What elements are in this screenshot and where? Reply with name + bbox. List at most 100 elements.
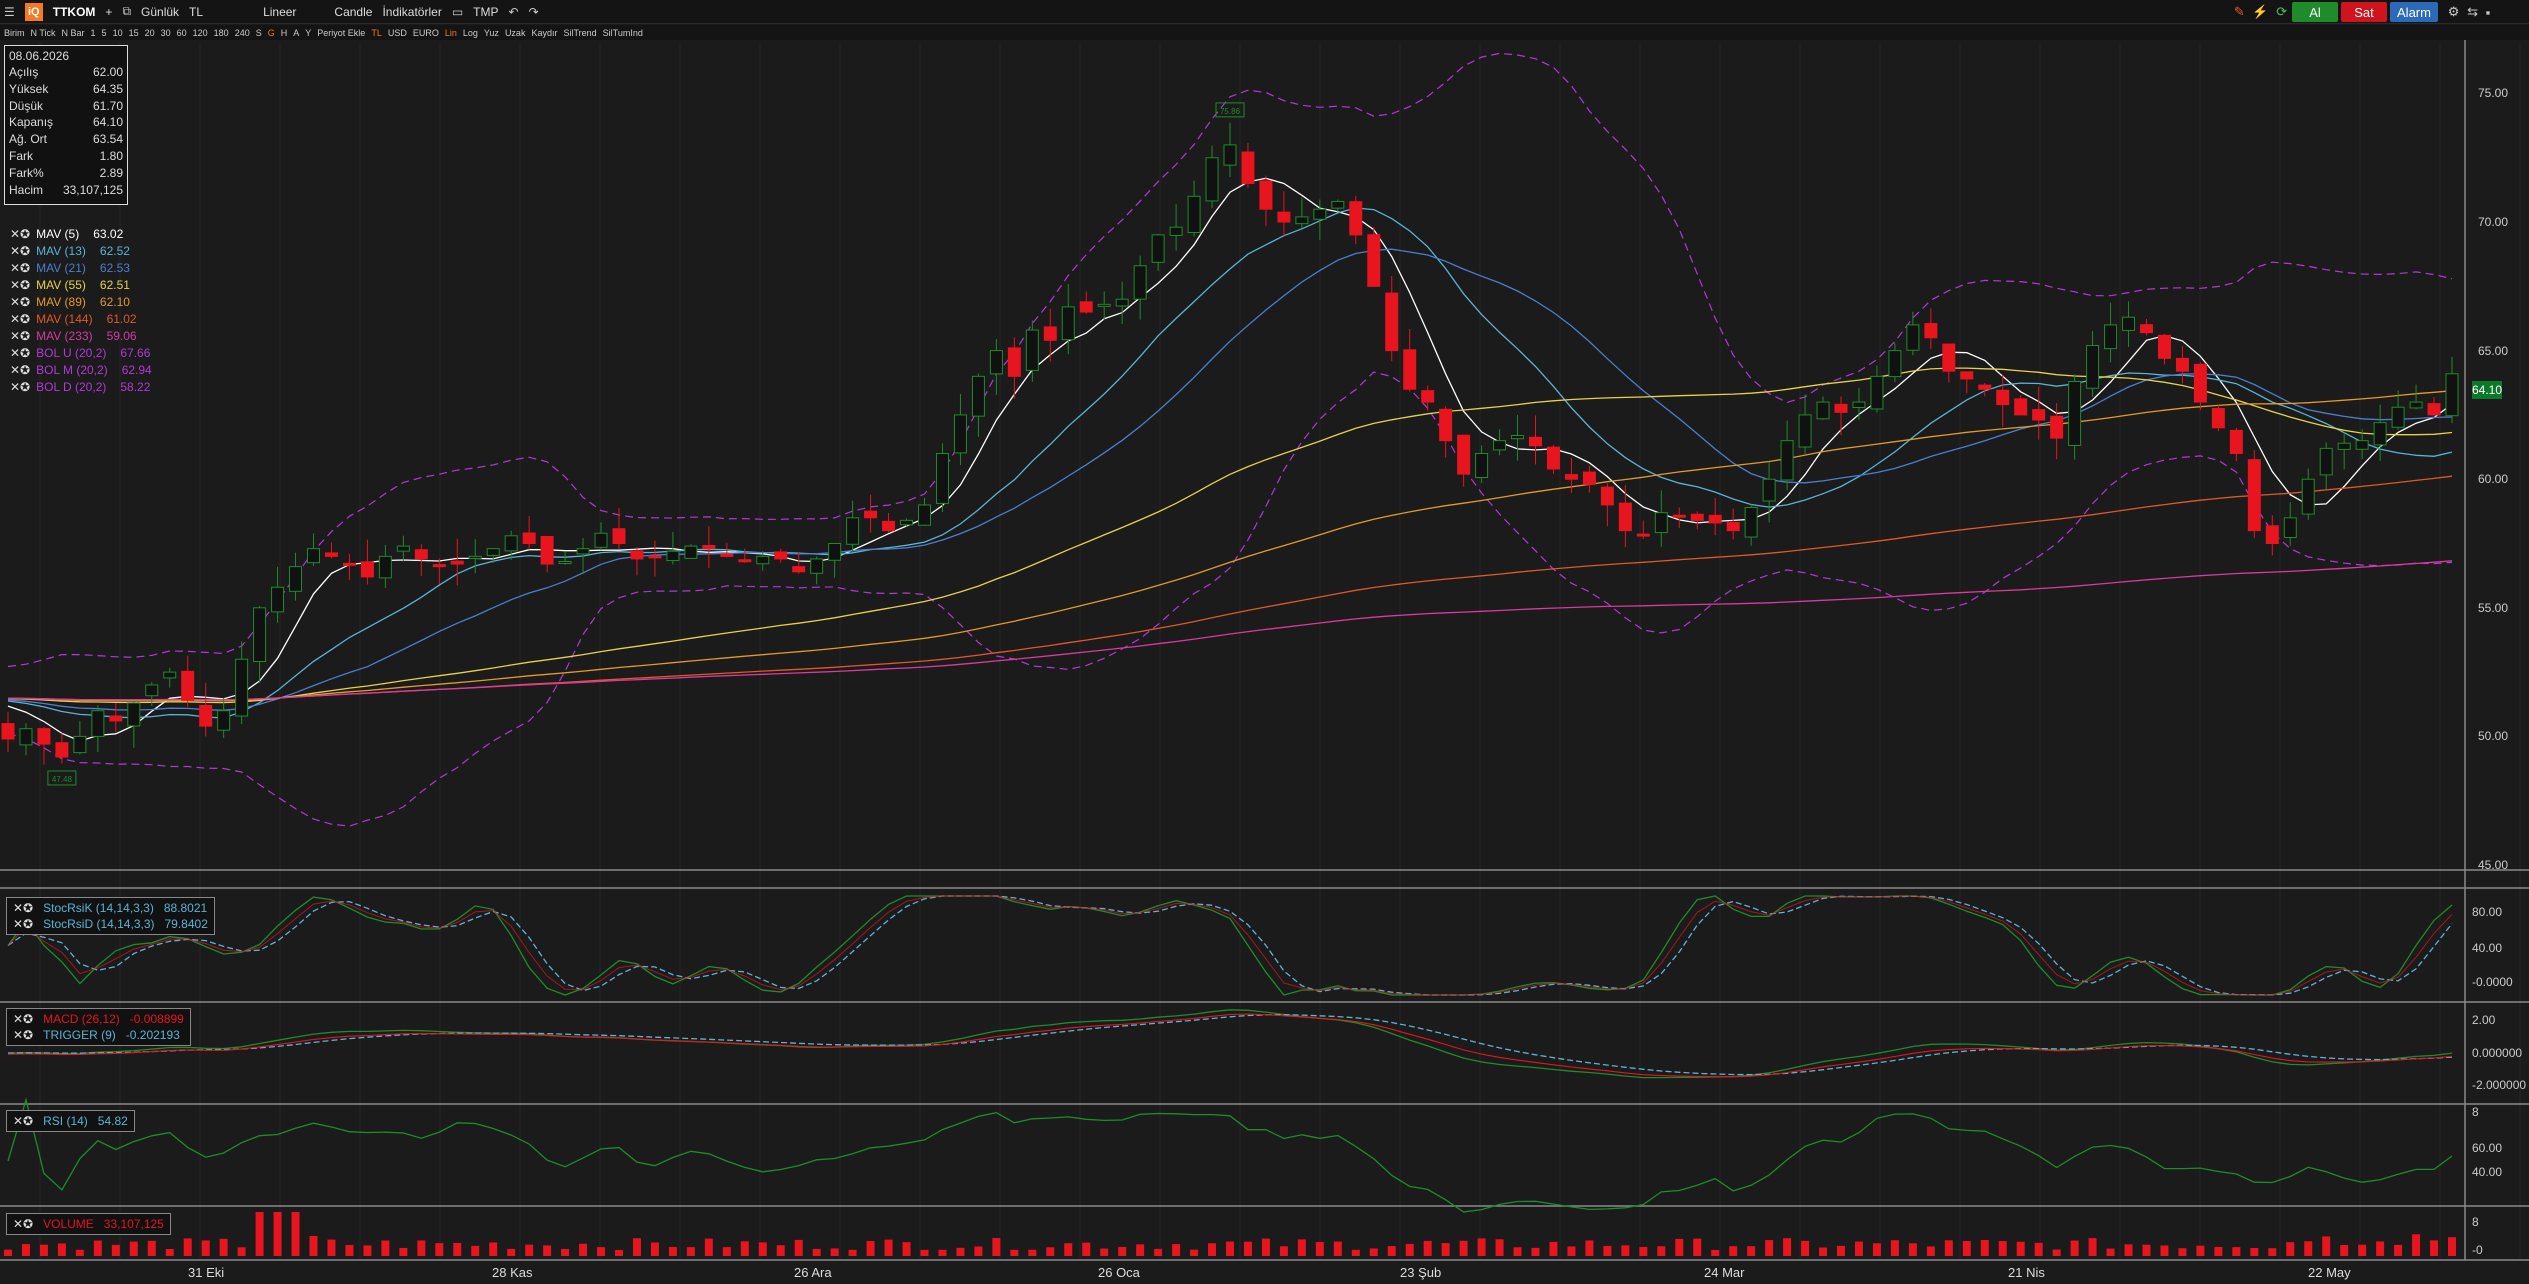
- volume-bar: [1531, 1247, 1540, 1256]
- volume-bar: [1279, 1246, 1288, 1256]
- macd-axis-tick: 0.000000: [2472, 1046, 2523, 1060]
- legend-row[interactable]: ✕✪ MAV (89) 62.10: [10, 294, 152, 311]
- close-settings-icon[interactable]: ✕✪: [10, 379, 30, 396]
- candle-body: [1133, 265, 1147, 300]
- candle-body: [1439, 408, 1453, 442]
- ohlc-date: 08.06.2026: [9, 49, 70, 63]
- candle-body: [1187, 195, 1201, 234]
- candle-body: [342, 562, 356, 566]
- candle-body: [1115, 298, 1129, 307]
- date-axis-label: 31 Eki: [188, 1265, 225, 1280]
- candle-body: [91, 710, 105, 737]
- sub-legend-row[interactable]: ✕✪ StocRsiD (14,14,3,3) 79.8402: [13, 916, 208, 932]
- volume-bar: [543, 1245, 552, 1256]
- volume-bar: [2340, 1245, 2349, 1256]
- candle-body: [935, 453, 949, 504]
- macd-axis-tick: 2.00: [2472, 1013, 2496, 1027]
- legend-row[interactable]: ✕✪ BOL M (20,2) 62.94: [10, 362, 152, 379]
- volume-bar: [57, 1243, 66, 1256]
- legend-row[interactable]: ✕✪ MAV (144) 61.02: [10, 311, 152, 328]
- legend-row[interactable]: ✕✪ MAV (233) 59.06: [10, 328, 152, 345]
- close-settings-icon[interactable]: ✕✪: [10, 226, 30, 243]
- volume-bar: [776, 1245, 785, 1256]
- candle-body: [2175, 357, 2189, 372]
- candle-body: [1061, 306, 1075, 341]
- candle-body: [2229, 429, 2243, 455]
- legend-row[interactable]: ✕✪ MAV (13) 62.52: [10, 243, 152, 260]
- close-settings-icon[interactable]: ✕✪: [13, 1011, 33, 1027]
- volume-bar: [2196, 1245, 2205, 1256]
- sub-legend-row[interactable]: ✕✪ MACD (26,12) -0.008899: [13, 1011, 184, 1027]
- volume-bar: [309, 1236, 318, 1256]
- volume-bar: [1657, 1246, 1666, 1256]
- legend-value: 59.06: [106, 329, 137, 343]
- legend-row[interactable]: ✕✪ MAV (5) 63.02: [10, 226, 152, 243]
- sub-legend-row[interactable]: ✕✪ RSI (14) 54.82: [13, 1113, 128, 1129]
- candle-body: [360, 561, 374, 578]
- candle-body: [378, 555, 392, 579]
- extreme-marker-label: 47.48: [52, 775, 73, 784]
- moving-average-line: [7, 248, 2453, 711]
- close-settings-icon[interactable]: ✕✪: [10, 294, 30, 311]
- volume-bar: [111, 1244, 120, 1256]
- volume-bar: [1801, 1240, 1810, 1256]
- close-settings-icon[interactable]: ✕✪: [10, 311, 30, 328]
- close-settings-icon[interactable]: ✕✪: [13, 1113, 33, 1129]
- candle-body: [1007, 347, 1021, 377]
- candle-body: [127, 702, 141, 727]
- legend-row[interactable]: ✕✪ BOL D (20,2) 58.22: [10, 379, 152, 396]
- stoch-axis-tick: 40.00: [2472, 941, 2503, 955]
- candle-body: [2014, 398, 2028, 416]
- sub-legend-row[interactable]: ✕✪ TRIGGER (9) -0.202193: [13, 1027, 184, 1043]
- volume-bar: [2304, 1241, 2313, 1256]
- trigger-line: [7, 1014, 2453, 1076]
- moving-average-line: [7, 207, 2453, 719]
- candle-body: [468, 555, 482, 560]
- candle-body: [1942, 343, 1956, 372]
- price-axis-tick: 70.00: [2478, 215, 2509, 230]
- candle-body: [792, 566, 806, 573]
- volume-bar: [489, 1242, 498, 1256]
- legend-row[interactable]: ✕✪ BOL U (20,2) 67.66: [10, 345, 152, 362]
- close-settings-icon[interactable]: ✕✪: [13, 916, 33, 932]
- sub-legend-row[interactable]: ✕✪ VOLUME 33,107,125: [13, 1216, 164, 1232]
- ohlc-row: Fark% 2.89: [9, 165, 123, 182]
- close-settings-icon[interactable]: ✕✪: [10, 260, 30, 277]
- volume-bar: [1872, 1243, 1881, 1256]
- candle-body: [1043, 326, 1057, 341]
- volume-bar: [650, 1242, 659, 1256]
- close-settings-icon[interactable]: ✕✪: [13, 1027, 33, 1043]
- candle-body: [1097, 303, 1111, 307]
- ohlc-label: Fark: [9, 148, 33, 163]
- volume-bar: [1154, 1248, 1163, 1256]
- volume-bar: [1226, 1241, 1234, 1256]
- legend-row[interactable]: ✕✪ MAV (55) 62.51: [10, 277, 152, 294]
- chart-canvas[interactable]: 75.86 47.48: [0, 0, 2529, 1284]
- legend-row[interactable]: ✕✪ MAV (21) 62.53: [10, 260, 152, 277]
- candle-body: [145, 684, 159, 697]
- candle-body: [1367, 234, 1381, 287]
- bollinger-band: [7, 371, 2453, 827]
- legend-value: 62.51: [99, 278, 130, 292]
- close-settings-icon[interactable]: ✕✪: [10, 277, 30, 294]
- candle-body: [2265, 525, 2279, 545]
- candle-body: [450, 560, 464, 565]
- close-settings-icon[interactable]: ✕✪: [10, 345, 30, 362]
- close-settings-icon[interactable]: ✕✪: [13, 900, 33, 916]
- volume-bar: [1513, 1247, 1522, 1256]
- volume-bar: [291, 1212, 300, 1256]
- candle-body: [576, 548, 590, 555]
- close-settings-icon[interactable]: ✕✪: [13, 1216, 33, 1232]
- volume-bar: [1693, 1238, 1702, 1256]
- candle-body: [1475, 453, 1489, 478]
- candle-body: [504, 535, 518, 552]
- close-settings-icon[interactable]: ✕✪: [10, 362, 30, 379]
- candle-body: [2211, 408, 2225, 429]
- sub-legend-row[interactable]: ✕✪ StocRsiK (14,14,3,3) 88.8021: [13, 900, 208, 916]
- candle-body: [432, 564, 446, 568]
- candle-body: [1834, 403, 1848, 413]
- close-settings-icon[interactable]: ✕✪: [10, 328, 30, 345]
- volume-bar: [2358, 1244, 2367, 1256]
- volume-bar: [165, 1248, 174, 1256]
- close-settings-icon[interactable]: ✕✪: [10, 243, 30, 260]
